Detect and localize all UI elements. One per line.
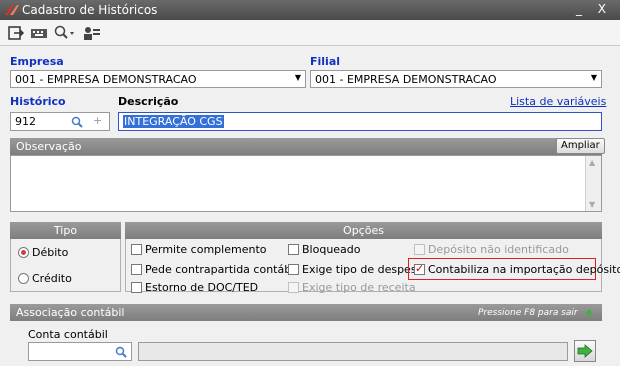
empresa-select[interactable]: 001 - EMPRESA DEMONSTRACAO ▼ <box>10 70 306 88</box>
collapse-arrow-icon[interactable] <box>584 308 594 318</box>
historico-value: 912 <box>15 115 36 128</box>
historico-input[interactable]: 912 + <box>10 112 110 131</box>
checkbox-box[interactable] <box>131 282 142 293</box>
checkbox-box[interactable] <box>131 244 142 255</box>
confirm-button[interactable] <box>574 340 596 362</box>
exige-tipo-despesa-checkbox[interactable]: Exige tipo de despesa <box>288 263 423 276</box>
radio-debito-dot[interactable] <box>18 247 29 258</box>
radio-debito[interactable]: Débito <box>18 246 68 259</box>
chevron-down-icon: ▼ <box>294 73 301 82</box>
search-icon[interactable] <box>115 346 127 358</box>
checkbox-box[interactable] <box>414 244 425 255</box>
checkbox-label: Exige tipo de receita <box>302 281 416 294</box>
arrow-right-icon <box>577 344 593 358</box>
variables-link[interactable]: Lista de variáveis <box>510 95 606 108</box>
window-controls[interactable]: _ X <box>576 2 612 16</box>
filial-label: Filial <box>310 55 341 68</box>
search-icon[interactable] <box>54 25 76 41</box>
conta-contabil-label: Conta contábil <box>28 328 108 341</box>
radio-credito[interactable]: Crédito <box>18 272 72 285</box>
empresa-label: Empresa <box>10 55 64 68</box>
checkbox-label: Bloqueado <box>302 243 361 256</box>
checkbox-label: Estorno de DOC/TED <box>145 281 259 294</box>
add-icon[interactable]: + <box>93 114 102 127</box>
deposito-nao-identificado-checkbox[interactable]: Depósito não identificado <box>414 243 569 256</box>
checkbox-box[interactable] <box>288 244 299 255</box>
radio-credito-dot[interactable] <box>18 273 29 284</box>
radio-debito-label: Débito <box>32 246 69 259</box>
pede-contrapartida-checkbox[interactable]: Pede contrapartida contábil <box>131 263 297 276</box>
permite-complemento-checkbox[interactable]: Permite complemento <box>131 243 266 256</box>
descricao-label: Descrição <box>118 95 179 108</box>
scroll-up-icon[interactable]: ▲ <box>589 158 595 167</box>
expand-button[interactable]: Ampliar <box>556 138 605 154</box>
checkbox-label: Pede contrapartida contábil <box>145 263 298 276</box>
checkbox-box[interactable] <box>288 282 299 293</box>
conta-descricao-field <box>138 342 568 361</box>
window-title: Cadastro de Históricos <box>22 3 158 17</box>
checkbox-label: Contabiliza na importação depósito <box>428 263 620 276</box>
checkbox-label: Exige tipo de despesa <box>302 263 424 276</box>
title-bar: Cadastro de Históricos _ X <box>0 0 620 20</box>
opcoes-title: Opções <box>343 224 384 237</box>
chevron-down-icon: ▼ <box>590 73 597 82</box>
form-content: Empresa 001 - EMPRESA DEMONSTRACAO ▼ Fil… <box>8 50 620 366</box>
descricao-value: INTEGRAÇÃO CGS <box>123 115 224 128</box>
app-logo-icon <box>5 5 19 15</box>
scrollbar[interactable]: ▲ ▼ <box>585 156 601 211</box>
filial-select[interactable]: 001 - EMPRESA DEMONSTRACAO ▼ <box>310 70 602 88</box>
opcoes-header: Opções <box>125 222 602 239</box>
scroll-down-icon[interactable]: ▼ <box>589 200 595 209</box>
bloqueado-checkbox[interactable]: Bloqueado <box>288 243 361 256</box>
keyboard-icon[interactable] <box>30 25 48 41</box>
search-icon[interactable] <box>71 116 83 128</box>
conta-contabil-input[interactable] <box>28 342 132 361</box>
empresa-value: 001 - EMPRESA DEMONSTRACAO <box>15 73 197 86</box>
radio-credito-label: Crédito <box>32 272 72 285</box>
historico-label: Histórico <box>10 95 66 108</box>
observacao-textarea[interactable]: ▲ ▼ <box>10 155 602 212</box>
f8-hint: Pressione F8 para sair <box>478 308 578 318</box>
window: Cadastro de Históricos _ X Empresa 001 -… <box>0 0 620 366</box>
checkbox-box[interactable] <box>131 264 142 275</box>
toolbar <box>0 20 620 46</box>
associacao-title: Associação contábil <box>16 306 125 319</box>
checkbox-box[interactable] <box>414 262 425 275</box>
checkbox-label: Permite complemento <box>145 243 267 256</box>
observacao-label: Observação <box>16 140 82 153</box>
tipo-title: Tipo <box>53 224 78 237</box>
descricao-input[interactable]: INTEGRAÇÃO CGS <box>118 112 602 131</box>
checkbox-label: Depósito não identificado <box>428 243 569 256</box>
filial-value: 001 - EMPRESA DEMONSTRACAO <box>315 73 497 86</box>
estorno-doc-ted-checkbox[interactable]: Estorno de DOC/TED <box>131 281 258 294</box>
checkbox-box[interactable] <box>288 264 299 275</box>
observacao-header: Observação <box>10 138 602 155</box>
contabiliza-importacao-checkbox[interactable]: Contabiliza na importação depósito <box>414 262 620 276</box>
exit-icon[interactable] <box>8 25 24 41</box>
tipo-header: Tipo <box>10 222 121 239</box>
exige-tipo-receita-checkbox[interactable]: Exige tipo de receita <box>288 281 416 294</box>
users-icon[interactable] <box>82 25 102 41</box>
